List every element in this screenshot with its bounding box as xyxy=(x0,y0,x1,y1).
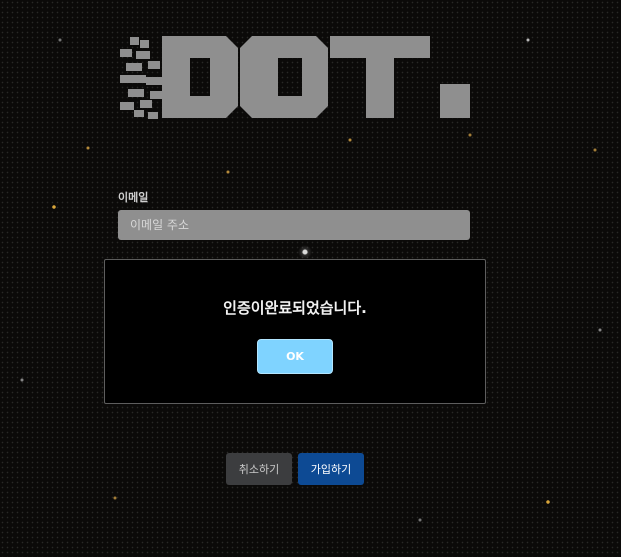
ok-button[interactable]: OK xyxy=(257,339,333,374)
dot-logo xyxy=(118,34,472,120)
email-input[interactable] xyxy=(118,210,470,240)
cancel-button[interactable]: 취소하기 xyxy=(226,453,292,485)
signup-button[interactable]: 가입하기 xyxy=(298,453,364,485)
confirmation-modal: 인증이완료되었습니다. OK xyxy=(104,259,486,404)
email-label: 이메일 xyxy=(118,191,149,204)
modal-message: 인증이완료되었습니다. xyxy=(223,299,367,317)
